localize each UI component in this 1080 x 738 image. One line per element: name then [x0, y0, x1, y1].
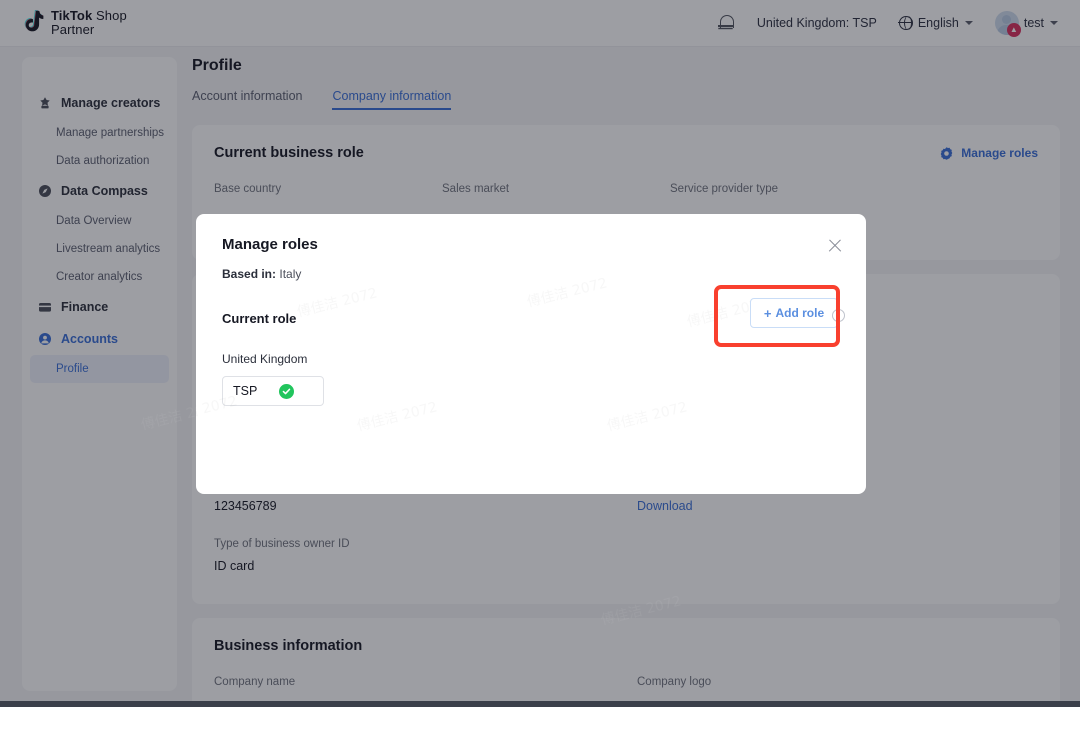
manage-roles-dialog: 傅佳洁 2072 傅佳洁 2072 傅佳洁 2072 傅佳洁 2072 傅佳洁 …	[196, 214, 866, 494]
current-role-label: Current role	[222, 311, 296, 326]
watermark: 傅佳洁 2072	[355, 396, 439, 435]
check-circle-icon	[279, 384, 294, 399]
based-in-label: Based in:	[222, 267, 276, 281]
role-chip-label: TSP	[233, 384, 257, 398]
close-icon[interactable]	[824, 234, 846, 256]
watermark: 傅佳洁 2072	[605, 396, 689, 435]
role-country-label: United Kingdom	[222, 352, 840, 366]
add-role-zone: + Add role	[750, 298, 838, 328]
plus-icon: +	[764, 307, 772, 320]
add-role-label: Add role	[775, 306, 824, 320]
watermark: 傅佳洁 2072	[599, 590, 683, 629]
dialog-title: Manage roles	[222, 236, 840, 253]
based-in-row: Based in: Italy	[222, 267, 840, 281]
role-chip-tsp[interactable]: TSP	[222, 376, 324, 406]
based-in-value: Italy	[279, 267, 301, 281]
current-role-row: Current role	[222, 311, 840, 326]
window-bottom-edge	[0, 701, 1080, 707]
add-role-button[interactable]: + Add role	[750, 298, 838, 328]
cursor-indicator	[832, 309, 845, 322]
